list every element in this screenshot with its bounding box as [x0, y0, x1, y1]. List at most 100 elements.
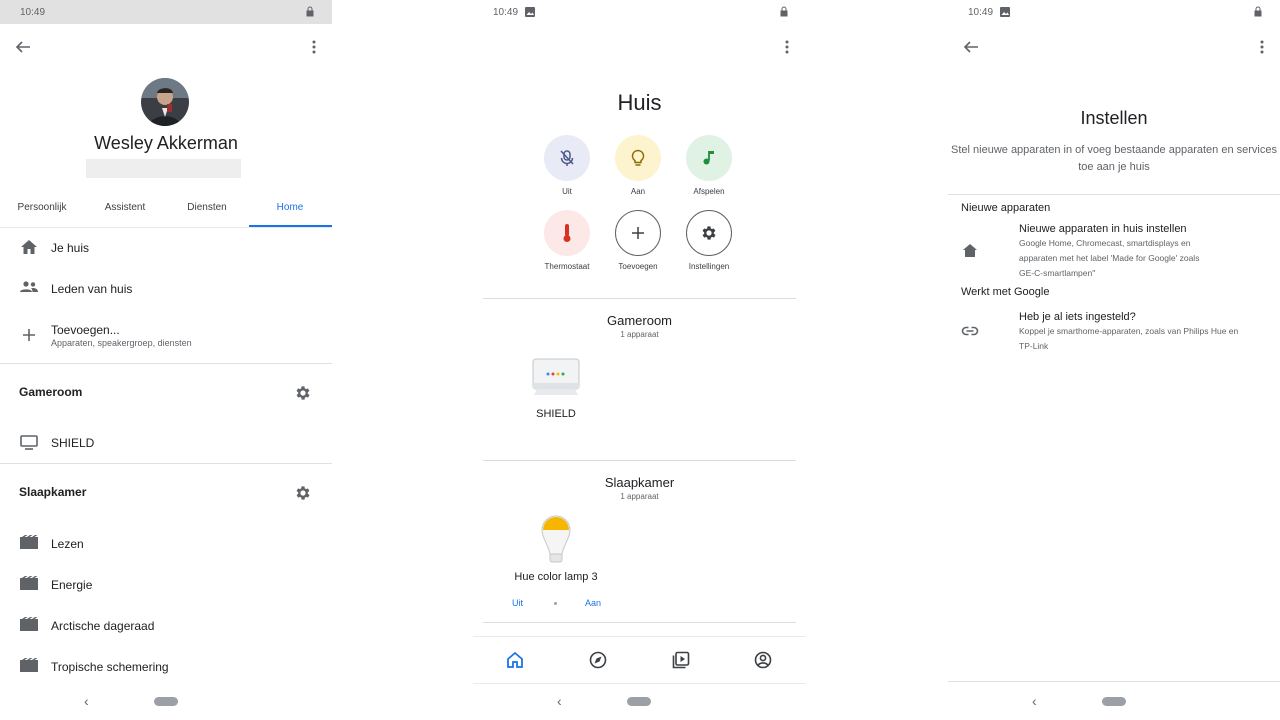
status-time: 10:49 — [968, 7, 994, 18]
music-note-icon — [703, 151, 714, 165]
profile-name: Wesley Akkerman — [94, 133, 238, 153]
scene-label: Lezen — [51, 537, 84, 551]
tab-diensten[interactable]: Diensten — [167, 202, 247, 213]
nav-home-pill[interactable] — [154, 697, 178, 706]
action-label: Toevoegen — [618, 262, 658, 271]
action-instellingen-button[interactable] — [686, 210, 732, 256]
scene-item-tropische-schemering[interactable]: Tropische schemering — [0, 652, 332, 680]
nav-back-icon[interactable]: ‹ — [84, 693, 89, 709]
tabs-divider — [0, 227, 332, 228]
nav-home-icon[interactable] — [505, 650, 525, 670]
lamp-device-icon[interactable] — [536, 512, 576, 564]
scene-label: Arctische dageraad — [51, 619, 155, 633]
nav-account-icon[interactable] — [753, 650, 773, 670]
device-item-shield[interactable]: SHIELD — [0, 428, 332, 456]
shield-device-icon[interactable] — [530, 355, 582, 399]
desc-line: GE-C-smartlampen" — [1019, 268, 1096, 278]
menu-item-sublabel: Apparaten, speakergroep, diensten — [51, 338, 192, 348]
status-bar: 10:49 — [948, 0, 1280, 24]
gear-icon[interactable] — [293, 383, 313, 403]
menu-item-label: Toevoegen... — [51, 323, 120, 337]
more-vert-icon[interactable] — [1254, 38, 1270, 56]
status-time: 10:49 — [493, 7, 519, 18]
plus-icon — [632, 227, 644, 239]
scene-item-lezen[interactable]: Lezen — [0, 529, 332, 557]
scene-icon — [20, 617, 38, 631]
more-vert-icon[interactable] — [306, 38, 322, 56]
setup-new-devices-item[interactable]: Nieuwe apparaten in huis instellen — [1019, 223, 1187, 235]
back-arrow-icon[interactable] — [14, 38, 32, 56]
setup-new-devices-desc: Google Home, Chromecast, smartdisplays e… — [1019, 236, 1274, 281]
description-line: Stel nieuwe apparaten in of voeg bestaan… — [951, 144, 1277, 156]
thermometer-icon — [563, 224, 571, 242]
action-aan-button[interactable] — [615, 135, 661, 181]
works-with-google-item[interactable]: Heb je al iets ingesteld? — [1019, 311, 1136, 323]
action-label: Aan — [630, 187, 646, 196]
toggle-separator-dot — [554, 602, 557, 605]
system-nav-bar: ‹ — [948, 682, 1280, 720]
works-with-google-desc: Koppel je smarthome-apparaten, zoals van… — [1019, 324, 1274, 354]
device-label: SHIELD — [51, 436, 95, 450]
link-icon — [960, 322, 980, 340]
tab-persoonlijk[interactable]: Persoonlijk — [2, 202, 82, 213]
room-title-gameroom: Gameroom — [19, 385, 83, 399]
section-divider — [483, 622, 796, 623]
gear-icon[interactable] — [293, 483, 313, 503]
home-icon — [961, 241, 979, 259]
back-arrow-icon[interactable] — [962, 38, 980, 56]
status-bar: 10:49 — [473, 0, 806, 24]
action-uit-button[interactable] — [544, 135, 590, 181]
nav-home-pill[interactable] — [627, 697, 651, 706]
action-thermostaat-button[interactable] — [544, 210, 590, 256]
nav-media-icon[interactable] — [671, 650, 691, 670]
image-notification-icon — [1000, 7, 1010, 17]
action-afspelen-button[interactable] — [686, 135, 732, 181]
device-label: SHIELD — [536, 408, 576, 420]
section-heading-werkt-met-google: Werkt met Google — [961, 286, 1050, 298]
setup-panel: 10:49 Instellen Stel nieuwe apparaten in… — [948, 0, 1280, 720]
action-label: Uit — [562, 187, 572, 196]
scene-icon — [20, 576, 38, 590]
email-redacted — [86, 159, 241, 178]
page-description: Stel nieuwe apparaten in of voeg bestaan… — [948, 142, 1280, 176]
tab-home[interactable]: Home — [250, 202, 330, 213]
room-title[interactable]: Slaapkamer — [473, 475, 806, 490]
tab-assistent[interactable]: Assistent — [85, 202, 165, 213]
section-heading-nieuwe-apparaten: Nieuwe apparaten — [961, 202, 1051, 214]
desc-line: TP-Link — [1019, 341, 1049, 351]
action-toevoegen-button[interactable] — [615, 210, 661, 256]
scene-label: Tropische schemering — [51, 660, 169, 674]
menu-item-je-huis[interactable]: Je huis — [0, 235, 332, 263]
nav-back-icon[interactable]: ‹ — [1032, 693, 1037, 709]
profile-panel: 10:49 Wesley Akkerman Persoonlijk Assist… — [0, 0, 332, 720]
room-device-count: 1 apparaat — [620, 330, 659, 339]
lock-icon — [1254, 6, 1262, 17]
scene-item-arctische-dageraad[interactable]: Arctische dageraad — [0, 611, 332, 639]
lamp-on-button[interactable]: Aan — [585, 598, 601, 608]
lamp-off-button[interactable]: Uit — [512, 598, 523, 608]
scene-icon — [20, 658, 38, 672]
system-nav-bar: ‹ — [473, 682, 806, 720]
bottom-navigation — [473, 636, 806, 684]
lightbulb-icon — [631, 149, 645, 166]
menu-item-toevoegen[interactable]: Toevoegen... Apparaten, speakergroep, di… — [0, 318, 332, 352]
menu-item-leden[interactable]: Leden van huis — [0, 276, 332, 304]
page-title: Huis — [617, 90, 662, 115]
lock-icon — [306, 6, 314, 17]
gear-icon — [702, 226, 716, 240]
more-vert-icon[interactable] — [779, 38, 795, 56]
plus-icon — [23, 329, 35, 341]
room-title-slaapkamer: Slaapkamer — [19, 485, 87, 499]
device-label: Hue color lamp 3 — [514, 571, 598, 583]
nav-explore-icon[interactable] — [588, 650, 608, 670]
section-divider — [483, 460, 796, 461]
page-title: Instellen — [1080, 108, 1148, 128]
desc-line: apparaten met het label 'Made for Google… — [1019, 253, 1200, 263]
room-title[interactable]: Gameroom — [473, 313, 806, 328]
nav-home-pill[interactable] — [1102, 697, 1126, 706]
action-label: Thermostaat — [544, 262, 590, 271]
nav-back-icon[interactable]: ‹ — [557, 693, 562, 709]
image-notification-icon — [525, 7, 535, 17]
scene-item-energie[interactable]: Energie — [0, 570, 332, 598]
avatar[interactable] — [141, 78, 189, 126]
